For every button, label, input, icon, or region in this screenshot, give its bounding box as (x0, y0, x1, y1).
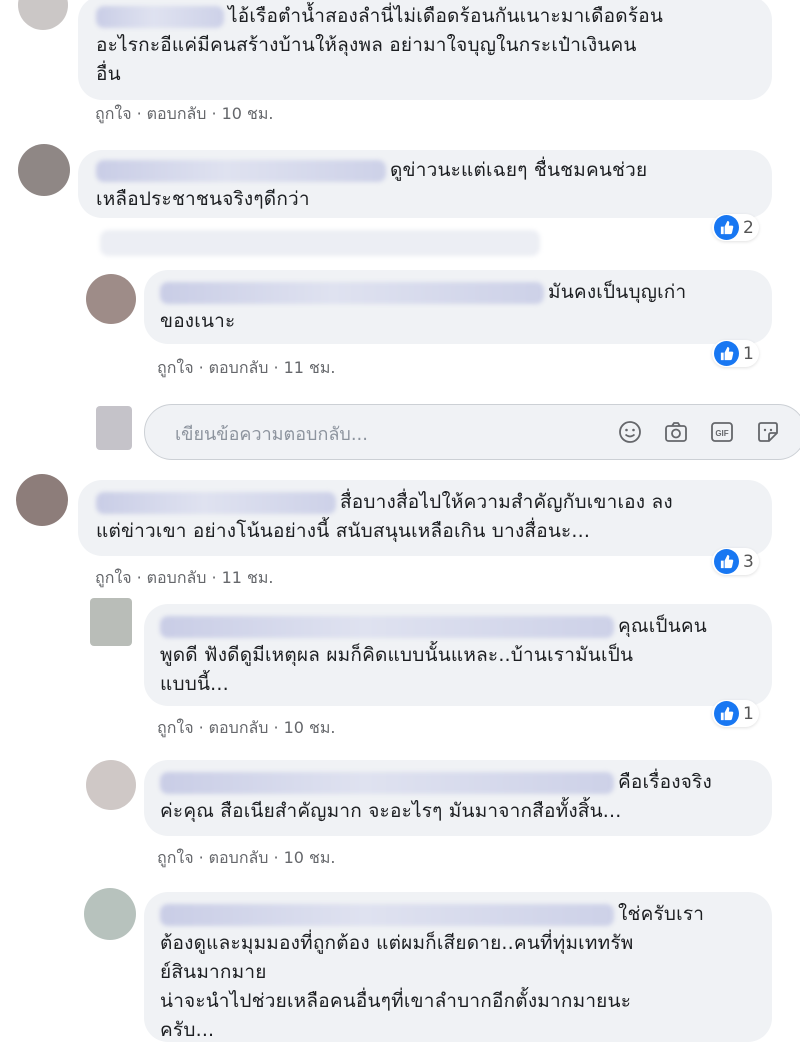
comment-actions: ถูกใจ · ตอบกลับ · 11 ชม. (95, 566, 274, 591)
comment-bubble: ไอ้เรือตำน้ำสองลำนี่ไม่เดือดร้อนกันเนาะม… (78, 0, 772, 100)
timestamp[interactable]: 10 ชม. (284, 716, 336, 741)
comment-text: ดูข่าวนะแต่เฉยๆ ชื่นชมคนช่วย (390, 159, 648, 181)
comment-text: น่าจะนำไปช่วยเหลือคนอื่นๆที่เขาลำบากอีกต… (160, 990, 632, 1012)
comment-text: คุณเป็นคน (618, 615, 707, 637)
commenter-name[interactable] (160, 771, 614, 794)
comment-actions: ถูกใจ · ตอบกลับ · 11 ชม. (157, 356, 336, 381)
comment-text: คือเรื่องจริง (618, 771, 712, 793)
avatar[interactable] (16, 474, 68, 526)
svg-text:GIF: GIF (715, 429, 728, 438)
reply-input[interactable]: เขียนข้อความตอบกลับ... (175, 419, 368, 448)
emoji-icon[interactable] (617, 419, 643, 445)
comment-text: มันคงเป็นบุญเก่า (548, 281, 687, 303)
comment-text: ต้องดูและมุมมองที่ถูกต้อง แต่ผมก็เสียดาย… (160, 932, 634, 954)
avatar (96, 406, 132, 450)
timestamp[interactable]: 10 ชม. (284, 846, 336, 871)
commenter-name[interactable] (160, 281, 544, 304)
like-reaction-icon (714, 341, 739, 366)
reply-composer[interactable]: เขียนข้อความตอบกลับ... GIF (144, 404, 800, 460)
reply-link[interactable]: ตอบกลับ (147, 566, 207, 591)
avatar[interactable] (86, 760, 136, 810)
commenter-name[interactable] (96, 491, 336, 514)
comment-text: เหลือประชาชนจริงๆดีกว่า (96, 188, 310, 210)
comment-text: ค่ะคุณ สือเนียสำคัญมาก จะอะไรๆ มันมาจากส… (160, 800, 622, 822)
avatar[interactable] (84, 888, 136, 940)
comment-text: ใช่ครับเรา (618, 903, 705, 925)
reaction-count[interactable]: 2 (712, 214, 759, 241)
avatar[interactable] (90, 598, 132, 646)
comment-bubble: คุณเป็นคน พูดดี ฟังดีดูมีเหตุผล ผมก็คิดแ… (144, 604, 772, 706)
comment-text: ย์สินมากมาย (160, 961, 267, 983)
timestamp[interactable]: 11 ชม. (222, 566, 274, 591)
timestamp[interactable]: 10 ชม. (222, 102, 274, 127)
blurred-actions (100, 230, 540, 256)
comment-text: พูดดี ฟังดีดูมีเหตุผล ผมก็คิดแบบนั้นแหละ… (160, 644, 634, 666)
sticker-icon[interactable] (755, 419, 781, 445)
reply-link[interactable]: ตอบกลับ (209, 846, 269, 871)
reaction-count[interactable]: 3 (712, 548, 759, 575)
avatar[interactable] (86, 274, 136, 324)
commenter-name[interactable] (96, 5, 224, 28)
camera-icon[interactable] (663, 419, 689, 445)
comment-bubble: ดูข่าวนะแต่เฉยๆ ชื่นชมคนช่วย เหลือประชาช… (78, 150, 772, 218)
comment-text: ของเนาะ (160, 310, 236, 332)
reaction-count[interactable]: 1 (712, 700, 759, 727)
gif-icon[interactable]: GIF (709, 419, 735, 445)
comment-bubble: มันคงเป็นบุญเก่า ของเนาะ (144, 270, 772, 344)
avatar[interactable] (18, 144, 70, 196)
reply-link[interactable]: ตอบกลับ (147, 102, 207, 127)
comment-actions: ถูกใจ · ตอบกลับ · 10 ชม. (157, 846, 336, 871)
commenter-name[interactable] (96, 159, 386, 182)
commenter-name[interactable] (160, 903, 614, 926)
like-reaction-icon (714, 215, 739, 240)
like-reaction-icon (714, 549, 739, 574)
comment-text: ไอ้เรือตำน้ำสองลำนี่ไม่เดือดร้อนกันเนาะม… (228, 5, 664, 27)
comment-text: แบบนี้... (160, 673, 229, 695)
like-link[interactable]: ถูกใจ (95, 566, 132, 591)
reply-link[interactable]: ตอบกลับ (209, 716, 269, 741)
commenter-name[interactable] (160, 615, 614, 638)
comment-bubble: คือเรื่องจริง ค่ะคุณ สือเนียสำคัญมาก จะอ… (144, 760, 772, 836)
like-link[interactable]: ถูกใจ (95, 102, 132, 127)
timestamp[interactable]: 11 ชม. (284, 356, 336, 381)
comment-actions: ถูกใจ · ตอบกลับ · 10 ชม. (95, 102, 274, 127)
like-link[interactable]: ถูกใจ (157, 356, 194, 381)
like-reaction-icon (714, 701, 739, 726)
reaction-count[interactable]: 1 (712, 340, 759, 367)
comment-text: อะไรกะอีแค่มีคนสร้างบ้านให้ลุงพล อย่ามาใ… (96, 34, 637, 56)
comment-bubble: ใช่ครับเรา ต้องดูและมุมมองที่ถูกต้อง แต่… (144, 892, 772, 1042)
comment-text: แต่ข่าวเขา อย่างโน้นอย่างนี้ สนับสนุนเหล… (96, 520, 591, 542)
comment-actions: ถูกใจ · ตอบกลับ · 10 ชม. (157, 716, 336, 741)
avatar[interactable] (18, 0, 68, 30)
comment-text: อื่น (96, 63, 121, 85)
comment-bubble: สื่อบางสื่อไปให้ความสำคัญกับเขาเอง ลง แต… (78, 480, 772, 556)
like-link[interactable]: ถูกใจ (157, 846, 194, 871)
comment-text: สื่อบางสื่อไปให้ความสำคัญกับเขาเอง ลง (340, 491, 673, 513)
like-link[interactable]: ถูกใจ (157, 716, 194, 741)
comment-text: ครับ... (160, 1019, 215, 1041)
reply-link[interactable]: ตอบกลับ (209, 356, 269, 381)
